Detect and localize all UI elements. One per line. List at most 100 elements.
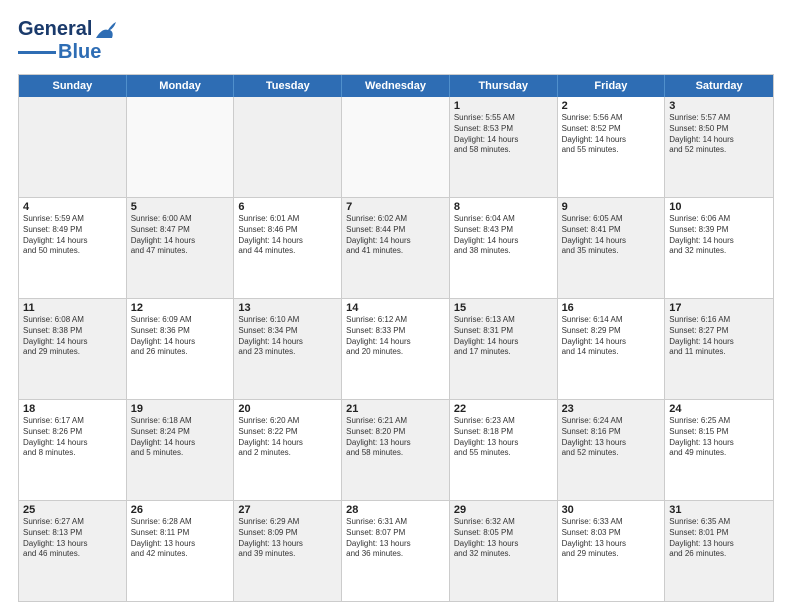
day-number-24: 24: [669, 403, 769, 415]
day-info-6: Sunrise: 6:01 AM Sunset: 8:46 PM Dayligh…: [238, 214, 337, 257]
calendar-header: Sunday Monday Tuesday Wednesday Thursday…: [19, 75, 773, 97]
day-number-10: 10: [669, 201, 769, 213]
day-number-4: 4: [23, 201, 122, 213]
calendar-body: 1Sunrise: 5:55 AM Sunset: 8:53 PM Daylig…: [19, 97, 773, 601]
day-19: 19Sunrise: 6:18 AM Sunset: 8:24 PM Dayli…: [127, 400, 235, 500]
day-24: 24Sunrise: 6:25 AM Sunset: 8:15 PM Dayli…: [665, 400, 773, 500]
day-info-22: Sunrise: 6:23 AM Sunset: 8:18 PM Dayligh…: [454, 416, 553, 459]
day-1: 1Sunrise: 5:55 AM Sunset: 8:53 PM Daylig…: [450, 97, 558, 197]
day-info-4: Sunrise: 5:59 AM Sunset: 8:49 PM Dayligh…: [23, 214, 122, 257]
day-9: 9Sunrise: 6:05 AM Sunset: 8:41 PM Daylig…: [558, 198, 666, 298]
day-number-17: 17: [669, 302, 769, 314]
day-info-21: Sunrise: 6:21 AM Sunset: 8:20 PM Dayligh…: [346, 416, 445, 459]
day-number-8: 8: [454, 201, 553, 213]
day-number-11: 11: [23, 302, 122, 314]
day-26: 26Sunrise: 6:28 AM Sunset: 8:11 PM Dayli…: [127, 501, 235, 601]
day-number-5: 5: [131, 201, 230, 213]
empty-cell-0-0: [19, 97, 127, 197]
day-29: 29Sunrise: 6:32 AM Sunset: 8:05 PM Dayli…: [450, 501, 558, 601]
day-number-7: 7: [346, 201, 445, 213]
day-21: 21Sunrise: 6:21 AM Sunset: 8:20 PM Dayli…: [342, 400, 450, 500]
day-27: 27Sunrise: 6:29 AM Sunset: 8:09 PM Dayli…: [234, 501, 342, 601]
day-3: 3Sunrise: 5:57 AM Sunset: 8:50 PM Daylig…: [665, 97, 773, 197]
calendar: Sunday Monday Tuesday Wednesday Thursday…: [18, 74, 774, 602]
day-number-12: 12: [131, 302, 230, 314]
day-info-31: Sunrise: 6:35 AM Sunset: 8:01 PM Dayligh…: [669, 517, 769, 560]
day-23: 23Sunrise: 6:24 AM Sunset: 8:16 PM Dayli…: [558, 400, 666, 500]
day-number-22: 22: [454, 403, 553, 415]
day-number-3: 3: [669, 100, 769, 112]
day-number-14: 14: [346, 302, 445, 314]
header-monday: Monday: [127, 75, 235, 97]
day-info-18: Sunrise: 6:17 AM Sunset: 8:26 PM Dayligh…: [23, 416, 122, 459]
day-number-31: 31: [669, 504, 769, 516]
day-info-24: Sunrise: 6:25 AM Sunset: 8:15 PM Dayligh…: [669, 416, 769, 459]
day-number-30: 30: [562, 504, 661, 516]
day-info-20: Sunrise: 6:20 AM Sunset: 8:22 PM Dayligh…: [238, 416, 337, 459]
header-sunday: Sunday: [19, 75, 127, 97]
day-info-27: Sunrise: 6:29 AM Sunset: 8:09 PM Dayligh…: [238, 517, 337, 560]
day-number-28: 28: [346, 504, 445, 516]
day-number-15: 15: [454, 302, 553, 314]
day-14: 14Sunrise: 6:12 AM Sunset: 8:33 PM Dayli…: [342, 299, 450, 399]
day-info-14: Sunrise: 6:12 AM Sunset: 8:33 PM Dayligh…: [346, 315, 445, 358]
page: General Blue Sunday Monday Tuesday Wedne…: [0, 0, 792, 612]
day-number-2: 2: [562, 100, 661, 112]
day-info-28: Sunrise: 6:31 AM Sunset: 8:07 PM Dayligh…: [346, 517, 445, 560]
day-4: 4Sunrise: 5:59 AM Sunset: 8:49 PM Daylig…: [19, 198, 127, 298]
day-13: 13Sunrise: 6:10 AM Sunset: 8:34 PM Dayli…: [234, 299, 342, 399]
day-info-12: Sunrise: 6:09 AM Sunset: 8:36 PM Dayligh…: [131, 315, 230, 358]
day-info-19: Sunrise: 6:18 AM Sunset: 8:24 PM Dayligh…: [131, 416, 230, 459]
day-info-26: Sunrise: 6:28 AM Sunset: 8:11 PM Dayligh…: [131, 517, 230, 560]
day-number-6: 6: [238, 201, 337, 213]
header-saturday: Saturday: [665, 75, 773, 97]
empty-cell-0-3: [342, 97, 450, 197]
empty-cell-0-1: [127, 97, 235, 197]
day-12: 12Sunrise: 6:09 AM Sunset: 8:36 PM Dayli…: [127, 299, 235, 399]
day-15: 15Sunrise: 6:13 AM Sunset: 8:31 PM Dayli…: [450, 299, 558, 399]
week-row-3: 11Sunrise: 6:08 AM Sunset: 8:38 PM Dayli…: [19, 298, 773, 399]
day-info-17: Sunrise: 6:16 AM Sunset: 8:27 PM Dayligh…: [669, 315, 769, 358]
empty-cell-0-2: [234, 97, 342, 197]
day-info-25: Sunrise: 6:27 AM Sunset: 8:13 PM Dayligh…: [23, 517, 122, 560]
header: General Blue: [18, 18, 774, 64]
day-25: 25Sunrise: 6:27 AM Sunset: 8:13 PM Dayli…: [19, 501, 127, 601]
day-18: 18Sunrise: 6:17 AM Sunset: 8:26 PM Dayli…: [19, 400, 127, 500]
day-info-16: Sunrise: 6:14 AM Sunset: 8:29 PM Dayligh…: [562, 315, 661, 358]
week-row-1: 1Sunrise: 5:55 AM Sunset: 8:53 PM Daylig…: [19, 97, 773, 197]
day-info-7: Sunrise: 6:02 AM Sunset: 8:44 PM Dayligh…: [346, 214, 445, 257]
header-tuesday: Tuesday: [234, 75, 342, 97]
logo: General Blue: [18, 18, 116, 64]
day-number-19: 19: [131, 403, 230, 415]
day-31: 31Sunrise: 6:35 AM Sunset: 8:01 PM Dayli…: [665, 501, 773, 601]
day-number-18: 18: [23, 403, 122, 415]
day-info-9: Sunrise: 6:05 AM Sunset: 8:41 PM Dayligh…: [562, 214, 661, 257]
day-info-30: Sunrise: 6:33 AM Sunset: 8:03 PM Dayligh…: [562, 517, 661, 560]
day-number-26: 26: [131, 504, 230, 516]
day-number-27: 27: [238, 504, 337, 516]
day-16: 16Sunrise: 6:14 AM Sunset: 8:29 PM Dayli…: [558, 299, 666, 399]
day-11: 11Sunrise: 6:08 AM Sunset: 8:38 PM Dayli…: [19, 299, 127, 399]
day-info-5: Sunrise: 6:00 AM Sunset: 8:47 PM Dayligh…: [131, 214, 230, 257]
day-8: 8Sunrise: 6:04 AM Sunset: 8:43 PM Daylig…: [450, 198, 558, 298]
day-7: 7Sunrise: 6:02 AM Sunset: 8:44 PM Daylig…: [342, 198, 450, 298]
day-6: 6Sunrise: 6:01 AM Sunset: 8:46 PM Daylig…: [234, 198, 342, 298]
day-5: 5Sunrise: 6:00 AM Sunset: 8:47 PM Daylig…: [127, 198, 235, 298]
day-number-16: 16: [562, 302, 661, 314]
day-info-13: Sunrise: 6:10 AM Sunset: 8:34 PM Dayligh…: [238, 315, 337, 358]
day-info-8: Sunrise: 6:04 AM Sunset: 8:43 PM Dayligh…: [454, 214, 553, 257]
day-30: 30Sunrise: 6:33 AM Sunset: 8:03 PM Dayli…: [558, 501, 666, 601]
day-info-10: Sunrise: 6:06 AM Sunset: 8:39 PM Dayligh…: [669, 214, 769, 257]
day-number-13: 13: [238, 302, 337, 314]
week-row-2: 4Sunrise: 5:59 AM Sunset: 8:49 PM Daylig…: [19, 197, 773, 298]
day-info-3: Sunrise: 5:57 AM Sunset: 8:50 PM Dayligh…: [669, 113, 769, 156]
day-10: 10Sunrise: 6:06 AM Sunset: 8:39 PM Dayli…: [665, 198, 773, 298]
day-info-1: Sunrise: 5:55 AM Sunset: 8:53 PM Dayligh…: [454, 113, 553, 156]
day-2: 2Sunrise: 5:56 AM Sunset: 8:52 PM Daylig…: [558, 97, 666, 197]
day-20: 20Sunrise: 6:20 AM Sunset: 8:22 PM Dayli…: [234, 400, 342, 500]
day-number-29: 29: [454, 504, 553, 516]
day-17: 17Sunrise: 6:16 AM Sunset: 8:27 PM Dayli…: [665, 299, 773, 399]
day-info-11: Sunrise: 6:08 AM Sunset: 8:38 PM Dayligh…: [23, 315, 122, 358]
day-info-2: Sunrise: 5:56 AM Sunset: 8:52 PM Dayligh…: [562, 113, 661, 156]
day-number-9: 9: [562, 201, 661, 213]
